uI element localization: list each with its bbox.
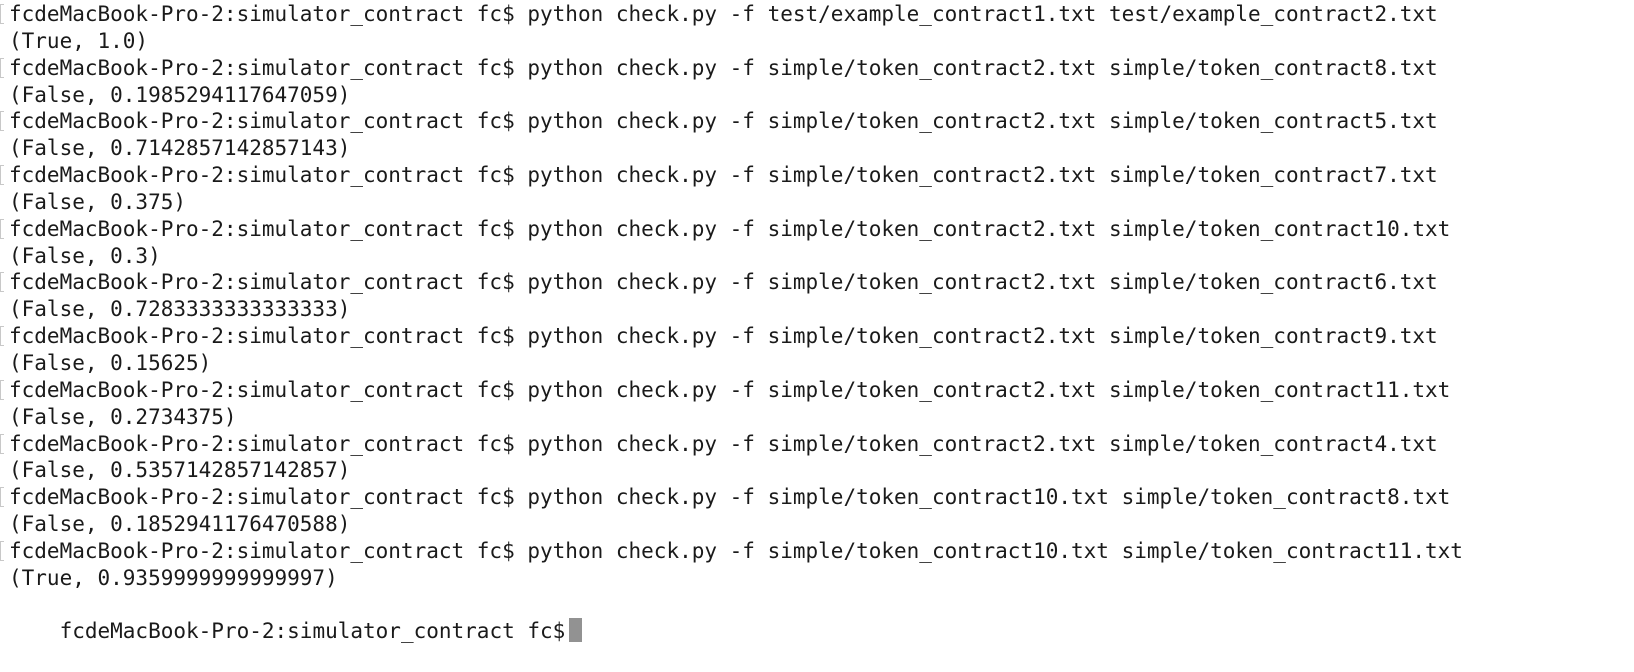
output-text: (False, 0.375) (9, 189, 187, 214)
command-text: fcdeMacBook-Pro-2:simulator_contract fc$… (9, 109, 1438, 134)
output-text: (False, 0.7283333333333333) (9, 297, 351, 322)
command-line: fcdeMacBook-Pro-2:simulator_contract fc$… (0, 269, 1634, 296)
line-mark-bracket (0, 165, 4, 186)
line-mark-bracket (0, 57, 4, 78)
command-line: fcdeMacBook-Pro-2:simulator_contract fc$… (0, 377, 1634, 404)
command-text: fcdeMacBook-Pro-2:simulator_contract fc$… (9, 485, 1451, 510)
output-text: (True, 1.0) (9, 28, 149, 53)
line-mark-bracket (0, 4, 4, 24)
command-text: fcdeMacBook-Pro-2:simulator_contract fc$… (9, 324, 1438, 349)
command-text: fcdeMacBook-Pro-2:simulator_contract fc$… (9, 163, 1438, 188)
output-text: (False, 0.7142857142857143) (9, 136, 351, 161)
output-line: (False, 0.15625) (9, 350, 1634, 377)
command-line: fcdeMacBook-Pro-2:simulator_contract fc$… (0, 538, 1634, 565)
line-mark-bracket (0, 218, 4, 239)
active-prompt-line[interactable]: fcdeMacBook-Pro-2:simulator_contract fc$ (9, 592, 1634, 643)
line-mark-bracket (0, 272, 4, 293)
output-text: (False, 0.3) (9, 243, 161, 268)
command-line: fcdeMacBook-Pro-2:simulator_contract fc$… (0, 55, 1634, 82)
line-mark-bracket (0, 111, 4, 132)
command-text: fcdeMacBook-Pro-2:simulator_contract fc$… (9, 377, 1451, 402)
command-text: fcdeMacBook-Pro-2:simulator_contract fc$… (9, 538, 1463, 563)
output-line: (False, 0.7142857142857143) (9, 135, 1634, 162)
line-mark-bracket (0, 326, 4, 347)
line-mark-bracket (0, 433, 4, 454)
terminal-window[interactable]: fcdeMacBook-Pro-2:simulator_contract fc$… (0, 0, 1634, 654)
line-mark-bracket (0, 540, 4, 561)
prompt-text: fcdeMacBook-Pro-2:simulator_contract fc$ (59, 619, 566, 644)
command-text: fcdeMacBook-Pro-2:simulator_contract fc$… (9, 270, 1438, 295)
output-line: (True, 1.0) (9, 28, 1634, 55)
command-text: fcdeMacBook-Pro-2:simulator_contract fc$… (9, 2, 1438, 26)
output-text: (False, 0.2734375) (9, 404, 237, 429)
output-line: (False, 0.5357142857142857) (9, 457, 1634, 484)
output-text: (True, 0.9359999999999997) (9, 565, 338, 590)
command-line: fcdeMacBook-Pro-2:simulator_contract fc$… (0, 216, 1634, 243)
output-text: (False, 0.1985294117647059) (9, 82, 351, 107)
line-mark-bracket (0, 379, 4, 400)
output-line: (False, 0.1985294117647059) (9, 82, 1634, 109)
output-line: (False, 0.375) (9, 189, 1634, 216)
output-text: (False, 0.5357142857142857) (9, 458, 351, 483)
command-line: fcdeMacBook-Pro-2:simulator_contract fc$… (0, 431, 1634, 458)
output-text: (False, 0.1852941176470588) (9, 512, 351, 537)
command-line: fcdeMacBook-Pro-2:simulator_contract fc$… (0, 484, 1634, 511)
command-text: fcdeMacBook-Pro-2:simulator_contract fc$… (9, 431, 1438, 456)
command-line: fcdeMacBook-Pro-2:simulator_contract fc$… (0, 323, 1634, 350)
line-mark-bracket (0, 487, 4, 508)
text-cursor[interactable] (569, 618, 583, 643)
terminal-output: fcdeMacBook-Pro-2:simulator_contract fc$… (0, 0, 1634, 592)
command-text: fcdeMacBook-Pro-2:simulator_contract fc$… (9, 55, 1438, 80)
output-line: (True, 0.9359999999999997) (9, 565, 1634, 592)
output-text: (False, 0.15625) (9, 350, 212, 375)
output-line: (False, 0.1852941176470588) (9, 511, 1634, 538)
output-line: (False, 0.2734375) (9, 404, 1634, 431)
command-line: fcdeMacBook-Pro-2:simulator_contract fc$… (0, 108, 1634, 135)
output-line: (False, 0.3) (9, 243, 1634, 270)
command-line: fcdeMacBook-Pro-2:simulator_contract fc$… (0, 162, 1634, 189)
command-line: fcdeMacBook-Pro-2:simulator_contract fc$… (0, 1, 1634, 28)
command-text: fcdeMacBook-Pro-2:simulator_contract fc$… (9, 216, 1451, 241)
output-line: (False, 0.7283333333333333) (9, 296, 1634, 323)
